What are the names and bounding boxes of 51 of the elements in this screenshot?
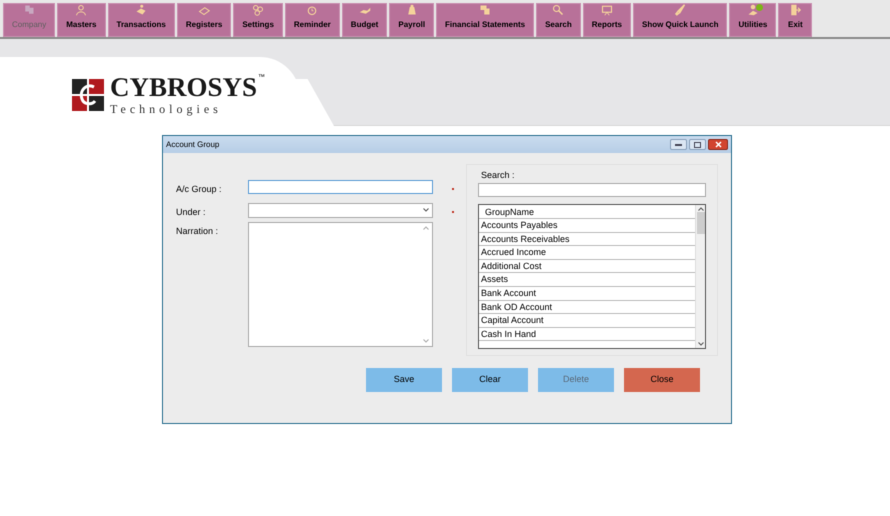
toolbar-button[interactable]: Utilities <box>729 3 776 37</box>
dialog-button[interactable]: Save <box>366 368 442 392</box>
field-label: Narration : <box>176 225 220 238</box>
scroll-down-icon <box>423 339 429 343</box>
table-row[interactable]: Capital Account <box>479 314 695 328</box>
search-field[interactable] <box>478 183 706 197</box>
field-label: Under : <box>176 206 207 218</box>
toolbar-button[interactable]: Payroll <box>389 3 434 37</box>
group-input-field[interactable] <box>248 180 433 194</box>
under-dropdown[interactable] <box>248 202 433 218</box>
maximize-icon <box>694 142 701 148</box>
scroll-up-icon <box>698 207 704 211</box>
table-row[interactable]: Accounts Payables <box>479 219 695 233</box>
minimize-icon <box>675 144 682 146</box>
logo-tagline: Technologies <box>110 103 223 115</box>
toolbar-button[interactable]: Show Quick Launch <box>633 3 728 37</box>
scroll-up-icon <box>423 226 429 230</box>
toolbar-button[interactable]: Masters <box>57 3 106 37</box>
chevron-down-icon <box>423 208 429 212</box>
tray-icon <box>196 4 212 16</box>
toolbar-button[interactable]: Search <box>536 3 581 37</box>
table-row[interactable]: Bank OD Account <box>479 300 695 314</box>
table-row[interactable]: Cash In Hand <box>479 328 695 342</box>
table-row[interactable]: Accounts Receivables <box>479 232 695 246</box>
table-row[interactable]: Bank Account <box>479 286 695 301</box>
window-title: Account Group <box>166 138 220 150</box>
scroll-thumb[interactable] <box>696 212 704 234</box>
table-row[interactable]: Additional Cost <box>479 260 695 274</box>
toolbar-button[interactable]: Reports <box>582 3 631 37</box>
close-icon <box>714 141 722 148</box>
scroll-down-icon <box>698 342 704 346</box>
toolbar-button[interactable]: Budget <box>342 3 388 37</box>
dialog-button[interactable]: Clear <box>452 368 528 392</box>
field-label: A/c Group : <box>176 183 223 196</box>
minimize-button[interactable] <box>670 139 687 150</box>
toolbar-button[interactable]: Registers <box>176 3 232 37</box>
column-header: GroupName <box>479 205 695 219</box>
toolbar-button[interactable]: Financial Statements <box>436 3 534 37</box>
close-window-button[interactable] <box>708 139 728 150</box>
search-label: Search : <box>481 169 516 181</box>
table-row[interactable]: Assets <box>479 273 695 287</box>
narration-text-area[interactable] <box>248 222 433 347</box>
logo-icon <box>72 78 104 110</box>
dialog-button[interactable]: Close <box>624 368 700 392</box>
maximize-button[interactable] <box>689 139 706 150</box>
logo-name: CYBROSYS <box>110 74 258 101</box>
toolbar-button[interactable]: Exit <box>778 3 812 37</box>
toolbar-button[interactable]: Reminder <box>284 3 340 37</box>
toolbar-button[interactable]: Settings <box>233 3 283 37</box>
table-row[interactable]: Accrued Income <box>479 246 695 260</box>
toolbar-button[interactable]: Transactions <box>108 3 175 37</box>
